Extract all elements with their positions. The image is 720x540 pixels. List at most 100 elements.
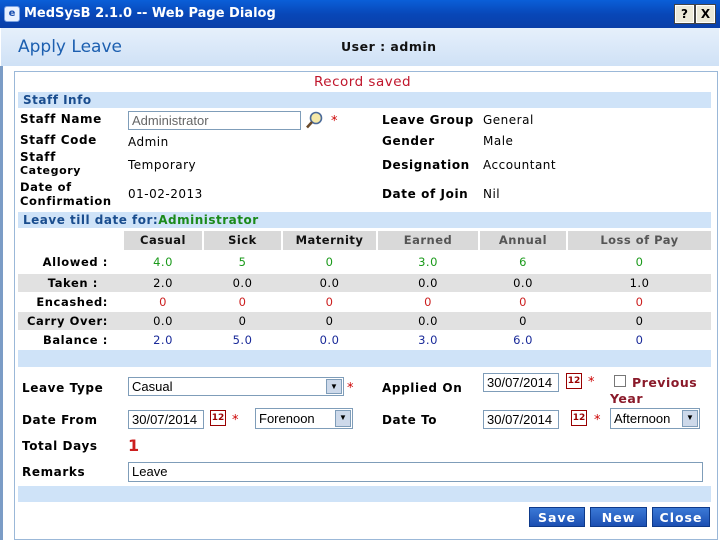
row-carry-over-label: Carry Over:: [27, 314, 108, 328]
confirmation-label: Date of: [20, 180, 72, 194]
col-sick: Sick: [204, 231, 281, 250]
save-button[interactable]: Save: [529, 507, 585, 527]
col-loss-of-pay: Loss of Pay: [568, 231, 711, 250]
join-date-label: Date of Join: [382, 187, 469, 201]
col-maternity: Maternity: [283, 231, 376, 250]
calendar-icon[interactable]: 12: [571, 410, 587, 426]
dropdown-arrow-icon[interactable]: ▼: [326, 379, 342, 394]
close-button[interactable]: Close: [652, 507, 710, 527]
magnifier-icon[interactable]: [305, 111, 325, 130]
required-mark-applied: *: [588, 375, 595, 390]
balance-annual: 6.0: [513, 333, 533, 347]
window-title: MedSysB 2.1.0 -- Web Page Dialog: [24, 6, 276, 21]
close-window-button[interactable]: X: [695, 4, 716, 24]
row-allowed-label: Allowed :: [42, 255, 108, 269]
staff-code-value: Admin: [128, 135, 169, 149]
balance-earned: 3.0: [418, 333, 438, 347]
date-from-field[interactable]: 30/07/2014: [128, 410, 204, 429]
remarks-label: Remarks: [22, 465, 86, 479]
balance-loss-of-pay: 0: [635, 333, 644, 347]
dropdown-arrow-icon[interactable]: ▼: [335, 410, 351, 427]
balance-sick: 5.0: [232, 333, 253, 347]
allowed-loss-of-pay: 0: [635, 255, 644, 269]
leave-till-label: Leave till date for:: [23, 213, 159, 227]
staff-category-value: Temporary: [128, 158, 197, 172]
new-button[interactable]: New: [590, 507, 647, 527]
confirmation-label-2: Confirmation: [20, 194, 112, 208]
encashed-sick: 0: [238, 295, 247, 309]
required-mark-leave-type: *: [347, 381, 354, 396]
taken-casual: 2.0: [153, 276, 173, 290]
total-days-label: Total Days: [22, 439, 98, 453]
gender-value: Male: [483, 134, 514, 148]
leave-type-select[interactable]: Casual ▼: [128, 377, 344, 396]
gender-label: Gender: [382, 134, 435, 148]
leave-group-value: General: [483, 113, 534, 127]
encashed-loss-of-pay: 0: [635, 295, 644, 309]
carry-loss-of-pay: 0: [635, 314, 644, 328]
col-casual: Casual: [124, 231, 202, 250]
staff-name-field[interactable]: Administrator: [128, 111, 301, 130]
allowed-annual: 6: [519, 255, 527, 269]
leave-till-name: Administrator: [158, 213, 259, 227]
required-mark-date-from: *: [232, 413, 239, 428]
leave-till-header: Leave till date for:Administrator: [18, 212, 711, 228]
left-edge: [0, 66, 3, 540]
from-session-select[interactable]: Forenoon ▼: [255, 408, 353, 429]
date-to-label: Date To: [382, 413, 438, 427]
required-mark: *: [331, 114, 338, 129]
col-annual: Annual: [480, 231, 566, 250]
app-icon: e: [4, 6, 20, 22]
row-balance-label: Balance :: [42, 333, 108, 347]
row-encashed-label: Encashed:: [36, 295, 108, 309]
staff-code-label: Staff Code: [20, 133, 97, 147]
date-from-label: Date From: [22, 413, 98, 427]
staff-category-label-2: Category: [20, 164, 82, 177]
col-earned: Earned: [378, 231, 478, 250]
from-session-value: Forenoon: [259, 411, 315, 426]
designation-value: Accountant: [483, 158, 557, 172]
carry-maternity: 0: [325, 314, 334, 328]
staff-category-label: Staff: [20, 150, 56, 164]
user-label: User : admin: [341, 39, 437, 54]
staff-info-header: Staff Info: [18, 92, 711, 108]
remarks-field[interactable]: Leave: [128, 462, 703, 482]
dropdown-arrow-icon[interactable]: ▼: [682, 410, 698, 427]
balance-maternity: 0.0: [319, 333, 340, 347]
date-to-field[interactable]: 30/07/2014: [483, 410, 559, 429]
to-session-value: Afternoon: [614, 411, 671, 426]
join-date-value: Nil: [483, 187, 501, 201]
carry-casual: 0.0: [153, 314, 173, 328]
leave-group-label: Leave Group: [382, 113, 474, 127]
calendar-icon[interactable]: 12: [566, 373, 582, 389]
status-message: Record saved: [314, 74, 412, 90]
page-title: Apply Leave: [18, 37, 122, 57]
table-footer-band: [18, 350, 711, 367]
previous-year-label-2: Year: [610, 391, 643, 406]
carry-annual: 0: [519, 314, 527, 328]
balance-casual: 2.0: [153, 333, 173, 347]
taken-annual: 0.0: [513, 276, 533, 290]
help-button[interactable]: ?: [674, 4, 695, 24]
allowed-maternity: 0: [325, 255, 334, 269]
form-footer-band: [18, 486, 711, 502]
calendar-icon[interactable]: 12: [210, 410, 226, 426]
encashed-earned: 0: [424, 295, 432, 309]
designation-label: Designation: [382, 158, 470, 172]
previous-year-checkbox[interactable]: [614, 375, 626, 387]
to-session-select[interactable]: Afternoon ▼: [610, 408, 700, 429]
encashed-casual: 0: [159, 295, 167, 309]
carry-earned: 0.0: [418, 314, 438, 328]
previous-year-label: Previous: [632, 375, 698, 390]
taken-earned: 0.0: [418, 276, 438, 290]
leave-type-value: Casual: [132, 379, 173, 394]
allowed-sick: 5: [238, 255, 247, 269]
applied-on-field[interactable]: 30/07/2014: [483, 373, 559, 392]
leave-type-label: Leave Type: [22, 381, 104, 395]
encashed-maternity: 0: [325, 295, 334, 309]
confirmation-value: 01-02-2013: [128, 187, 203, 201]
taken-loss-of-pay: 1.0: [629, 276, 650, 290]
allowed-earned: 3.0: [418, 255, 438, 269]
carry-sick: 0: [238, 314, 247, 328]
applied-on-label: Applied On: [382, 381, 463, 395]
